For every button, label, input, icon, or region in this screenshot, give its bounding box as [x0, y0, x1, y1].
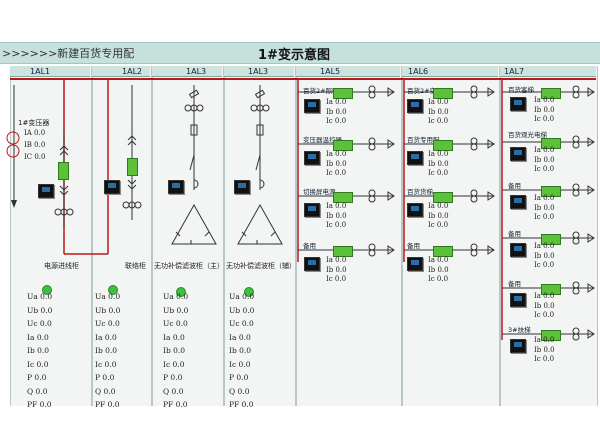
feeder-name: 备用: [508, 182, 521, 190]
feeder-readings: Ia 0.0 Ib 0.0 Ic 0.0: [326, 256, 347, 283]
feeder-readings: Ia 0.0 Ib 0.0 Ic 0.0: [428, 202, 449, 229]
feeder-readings: Ia 0.0 Ib 0.0 Ic 0.0: [428, 256, 449, 283]
meter-icon[interactable]: [304, 257, 320, 271]
meter-icon[interactable]: [407, 203, 423, 217]
breaker-1AL1[interactable]: [58, 162, 69, 180]
meter-icon[interactable]: [407, 151, 423, 165]
panel-caption: 无功补偿滤波柜（辅）: [226, 262, 296, 270]
feeder-readings: Ia 0.0 Ib 0.0 Ic 0.0: [534, 336, 555, 363]
feeder-name: 百货货梯: [407, 188, 433, 196]
transformer-reading: IB 0.0: [24, 141, 46, 149]
panel-caption: 电源进线柜: [44, 262, 79, 270]
feeder-name: 备用: [407, 242, 420, 250]
meter-icon[interactable]: [304, 151, 320, 165]
feeder-readings: Ia 0.0 Ib 0.0 Ic 0.0: [428, 98, 449, 125]
meter-icon[interactable]: [304, 203, 320, 217]
feeder-name: 备用: [303, 242, 316, 250]
meter-icon[interactable]: [510, 339, 526, 353]
feeder-readings: Ia 0.0 Ib 0.0 Ic 0.0: [534, 146, 555, 173]
meter-icon[interactable]: [38, 184, 54, 198]
feeder-readings: Ia 0.0 Ib 0.0 Ic 0.0: [326, 150, 347, 177]
feeder-readings: Ia 0.0 Ib 0.0 Ic 0.0: [534, 96, 555, 123]
meter-icon[interactable]: [510, 293, 526, 307]
meter-icon[interactable]: [510, 195, 526, 209]
meter-icon[interactable]: [104, 180, 120, 194]
meter-icon[interactable]: [304, 99, 320, 113]
single-line-diagram: [6, 78, 596, 341]
meter-icon[interactable]: [510, 243, 526, 257]
panel-measurements-1AL3-main: Ua 0.0 Ub 0.0 Uc 0.0 Ia 0.0 Ib 0.0 Ic 0.0 P …: [163, 292, 189, 409]
meter-icon[interactable]: [407, 99, 423, 113]
feeder-readings: Ia 0.0 Ib 0.0 Ic 0.0: [534, 194, 555, 221]
feeder-readings: Ia 0.0 Ib 0.0 Ic 0.0: [534, 242, 555, 269]
transformer-reading: IC 0.0: [24, 153, 46, 161]
feeder-readings: Ia 0.0 Ib 0.0 Ic 0.0: [534, 292, 555, 319]
breaker-1AL2[interactable]: [127, 158, 138, 176]
feeder-name: 切换屏电源: [303, 188, 336, 196]
meter-icon[interactable]: [407, 257, 423, 271]
feeder-name: 3#扶梯: [508, 326, 531, 334]
feeder-name: 备用: [508, 280, 521, 288]
feeder-name: 备用: [508, 230, 521, 238]
transformer-reading: IA 0.0: [24, 129, 46, 137]
panel-measurements-1AL1: Ua 0.0 Ub 0.0 Uc 0.0 Ia 0.0 Ib 0.0 Ic 0.0 P …: [27, 292, 53, 409]
panel-measurements-1AL3-aux: Ua 0.0 Ub 0.0 Uc 0.0 Ia 0.0 Ib 0.0 Ic 0.0 P …: [229, 292, 255, 409]
feeder-readings: Ia 0.0 Ib 0.0 Ic 0.0: [428, 150, 449, 177]
feeder-name: 百货客梯: [508, 86, 534, 94]
panel-caption: 联络柜: [125, 262, 146, 270]
meter-icon[interactable]: [234, 180, 250, 194]
meter-icon[interactable]: [168, 180, 184, 194]
feeder-readings: Ia 0.0 Ib 0.0 Ic 0.0: [326, 202, 347, 229]
panel-measurements-1AL2: Ua 0.0 Ub 0.0 Uc 0.0 Ia 0.0 Ib 0.0 Ic 0.0 P …: [95, 292, 121, 409]
meter-icon[interactable]: [510, 147, 526, 161]
feeder-readings: Ia 0.0 Ib 0.0 Ic 0.0: [326, 98, 347, 125]
transformer-label: 1#变压器: [18, 119, 50, 127]
panel-caption: 无功补偿滤波柜（主）: [154, 262, 224, 270]
meter-icon[interactable]: [510, 97, 526, 111]
